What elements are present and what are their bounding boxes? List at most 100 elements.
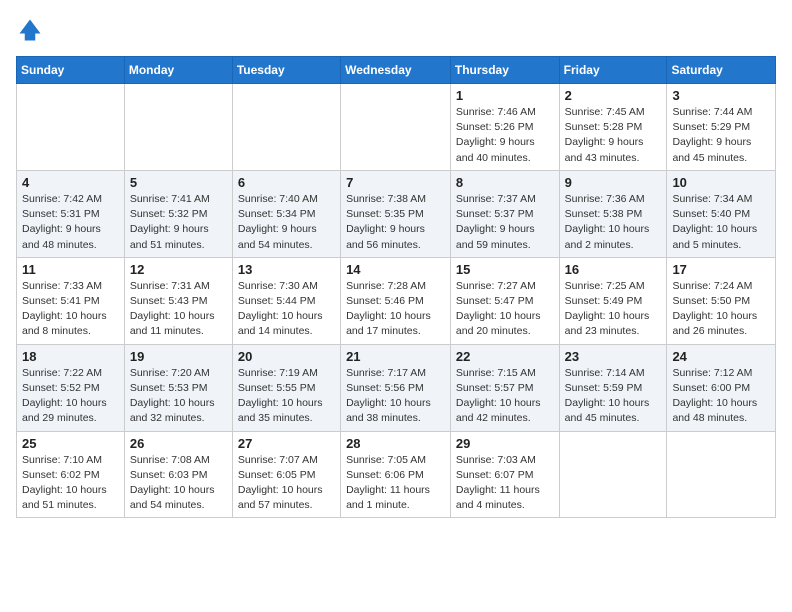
- calendar-cell: 14Sunrise: 7:28 AM Sunset: 5:46 PM Dayli…: [341, 257, 451, 344]
- day-number: 4: [22, 175, 119, 190]
- calendar-cell: 18 Sunrise: 7:22 AM Sunset: 5:52 PM Dayli…: [17, 344, 125, 431]
- page-header: [16, 16, 776, 44]
- day-info: Sunrise: 7:10 AM Sunset: 6:02 PM Dayligh…: [22, 453, 119, 514]
- day-number: 19: [130, 349, 227, 364]
- calendar-cell: 1 Sunrise: 7:46 AM Sunset: 5:26 PM Daylig…: [450, 84, 559, 171]
- calendar-cell: 25 Sunrise: 7:10 AM Sunset: 6:02 PM Dayli…: [17, 431, 125, 518]
- weekday-header-tuesday: Tuesday: [232, 57, 340, 84]
- calendar-cell: [232, 84, 340, 171]
- calendar-cell: [17, 84, 125, 171]
- day-info: Sunrise: 7:05 AM Sunset: 6:06 PM Dayligh…: [346, 453, 445, 514]
- day-number: 18: [22, 349, 119, 364]
- day-number: 25: [22, 436, 119, 451]
- calendar-cell: [559, 431, 667, 518]
- day-number: 13: [238, 262, 335, 277]
- calendar-cell: 21 Sunrise: 7:17 AM Sunset: 5:56 PM Dayli…: [341, 344, 451, 431]
- calendar-cell: 16 Sunrise: 7:25 AM Sunset: 5:49 PM Dayli…: [559, 257, 667, 344]
- day-number: 9: [565, 175, 662, 190]
- calendar-cell: 11 Sunrise: 7:33 AM Sunset: 5:41 PM Dayli…: [17, 257, 125, 344]
- day-info: Sunrise: 7:40 AM Sunset: 5:34 PM Dayligh…: [238, 192, 335, 253]
- calendar-cell: 28 Sunrise: 7:05 AM Sunset: 6:06 PM Dayli…: [341, 431, 451, 518]
- day-number: 5: [130, 175, 227, 190]
- calendar-cell: 8 Sunrise: 7:37 AM Sunset: 5:37 PM Daylig…: [450, 170, 559, 257]
- calendar-cell: [667, 431, 776, 518]
- calendar-cell: 5 Sunrise: 7:41 AM Sunset: 5:32 PM Daylig…: [124, 170, 232, 257]
- day-number: 26: [130, 436, 227, 451]
- day-info: Sunrise: 7:33 AM Sunset: 5:41 PM Dayligh…: [22, 279, 119, 340]
- calendar-cell: [124, 84, 232, 171]
- day-info: Sunrise: 7:37 AM Sunset: 5:37 PM Dayligh…: [456, 192, 554, 253]
- day-info: Sunrise: 7:46 AM Sunset: 5:26 PM Dayligh…: [456, 105, 554, 166]
- day-info: Sunrise: 7:27 AM Sunset: 5:47 PM Dayligh…: [456, 279, 554, 340]
- calendar-cell: 27 Sunrise: 7:07 AM Sunset: 6:05 PM Dayli…: [232, 431, 340, 518]
- calendar-table: SundayMondayTuesdayWednesdayThursdayFrid…: [16, 56, 776, 518]
- calendar-cell: 3 Sunrise: 7:44 AM Sunset: 5:29 PM Daylig…: [667, 84, 776, 171]
- day-info: Sunrise: 7:24 AM Sunset: 5:50 PM Dayligh…: [672, 279, 770, 340]
- logo: [16, 16, 48, 44]
- day-info: Sunrise: 7:12 AM Sunset: 6:00 PM Dayligh…: [672, 366, 770, 427]
- day-info: Sunrise: 7:22 AM Sunset: 5:52 PM Dayligh…: [22, 366, 119, 427]
- calendar-cell: 29 Sunrise: 7:03 AM Sunset: 6:07 PM Dayli…: [450, 431, 559, 518]
- day-info: Sunrise: 7:15 AM Sunset: 5:57 PM Dayligh…: [456, 366, 554, 427]
- day-info: Sunrise: 7:41 AM Sunset: 5:32 PM Dayligh…: [130, 192, 227, 253]
- day-number: 21: [346, 349, 445, 364]
- calendar-cell: 7 Sunrise: 7:38 AM Sunset: 5:35 PM Daylig…: [341, 170, 451, 257]
- weekday-header-monday: Monday: [124, 57, 232, 84]
- day-info: Sunrise: 7:03 AM Sunset: 6:07 PM Dayligh…: [456, 453, 554, 514]
- calendar-cell: 13 Sunrise: 7:30 AM Sunset: 5:44 PM Dayli…: [232, 257, 340, 344]
- calendar-cell: 2 Sunrise: 7:45 AM Sunset: 5:28 PM Daylig…: [559, 84, 667, 171]
- calendar-cell: 20 Sunrise: 7:19 AM Sunset: 5:55 PM Dayli…: [232, 344, 340, 431]
- day-number: 1: [456, 88, 554, 103]
- calendar-cell: 6 Sunrise: 7:40 AM Sunset: 5:34 PM Daylig…: [232, 170, 340, 257]
- calendar-cell: 22Sunrise: 7:15 AM Sunset: 5:57 PM Dayli…: [450, 344, 559, 431]
- day-number: 7: [346, 175, 445, 190]
- calendar-cell: 12Sunrise: 7:31 AM Sunset: 5:43 PM Dayli…: [124, 257, 232, 344]
- weekday-header-thursday: Thursday: [450, 57, 559, 84]
- weekday-header-saturday: Saturday: [667, 57, 776, 84]
- day-number: 12: [130, 262, 227, 277]
- day-info: Sunrise: 7:19 AM Sunset: 5:55 PM Dayligh…: [238, 366, 335, 427]
- calendar-cell: [341, 84, 451, 171]
- day-number: 23: [565, 349, 662, 364]
- day-number: 2: [565, 88, 662, 103]
- weekday-header-wednesday: Wednesday: [341, 57, 451, 84]
- day-info: Sunrise: 7:44 AM Sunset: 5:29 PM Dayligh…: [672, 105, 770, 166]
- day-info: Sunrise: 7:25 AM Sunset: 5:49 PM Dayligh…: [565, 279, 662, 340]
- day-info: Sunrise: 7:30 AM Sunset: 5:44 PM Dayligh…: [238, 279, 335, 340]
- day-number: 24: [672, 349, 770, 364]
- calendar-cell: 24 Sunrise: 7:12 AM Sunset: 6:00 PM Dayli…: [667, 344, 776, 431]
- calendar-cell: 15 Sunrise: 7:27 AM Sunset: 5:47 PM Dayli…: [450, 257, 559, 344]
- day-number: 29: [456, 436, 554, 451]
- day-info: Sunrise: 7:38 AM Sunset: 5:35 PM Dayligh…: [346, 192, 445, 253]
- day-number: 16: [565, 262, 662, 277]
- calendar-cell: 10 Sunrise: 7:34 AM Sunset: 5:40 PM Dayli…: [667, 170, 776, 257]
- calendar-cell: 17 Sunrise: 7:24 AM Sunset: 5:50 PM Dayli…: [667, 257, 776, 344]
- day-info: Sunrise: 7:17 AM Sunset: 5:56 PM Dayligh…: [346, 366, 445, 427]
- day-number: 17: [672, 262, 770, 277]
- day-info: Sunrise: 7:42 AM Sunset: 5:31 PM Dayligh…: [22, 192, 119, 253]
- calendar-cell: 23 Sunrise: 7:14 AM Sunset: 5:59 PM Dayli…: [559, 344, 667, 431]
- calendar-cell: 4 Sunrise: 7:42 AM Sunset: 5:31 PM Daylig…: [17, 170, 125, 257]
- day-number: 27: [238, 436, 335, 451]
- day-number: 28: [346, 436, 445, 451]
- day-info: Sunrise: 7:45 AM Sunset: 5:28 PM Dayligh…: [565, 105, 662, 166]
- day-info: Sunrise: 7:20 AM Sunset: 5:53 PM Dayligh…: [130, 366, 227, 427]
- weekday-header-friday: Friday: [559, 57, 667, 84]
- day-number: 8: [456, 175, 554, 190]
- day-info: Sunrise: 7:34 AM Sunset: 5:40 PM Dayligh…: [672, 192, 770, 253]
- calendar-cell: 9 Sunrise: 7:36 AM Sunset: 5:38 PM Daylig…: [559, 170, 667, 257]
- day-number: 6: [238, 175, 335, 190]
- day-number: 10: [672, 175, 770, 190]
- day-number: 3: [672, 88, 770, 103]
- day-info: Sunrise: 7:08 AM Sunset: 6:03 PM Dayligh…: [130, 453, 227, 514]
- logo-icon: [16, 16, 44, 44]
- day-info: Sunrise: 7:36 AM Sunset: 5:38 PM Dayligh…: [565, 192, 662, 253]
- weekday-header-sunday: Sunday: [17, 57, 125, 84]
- day-number: 15: [456, 262, 554, 277]
- day-info: Sunrise: 7:14 AM Sunset: 5:59 PM Dayligh…: [565, 366, 662, 427]
- day-number: 20: [238, 349, 335, 364]
- day-info: Sunrise: 7:07 AM Sunset: 6:05 PM Dayligh…: [238, 453, 335, 514]
- day-number: 11: [22, 262, 119, 277]
- calendar-cell: 26 Sunrise: 7:08 AM Sunset: 6:03 PM Dayli…: [124, 431, 232, 518]
- calendar-cell: 19 Sunrise: 7:20 AM Sunset: 5:53 PM Dayli…: [124, 344, 232, 431]
